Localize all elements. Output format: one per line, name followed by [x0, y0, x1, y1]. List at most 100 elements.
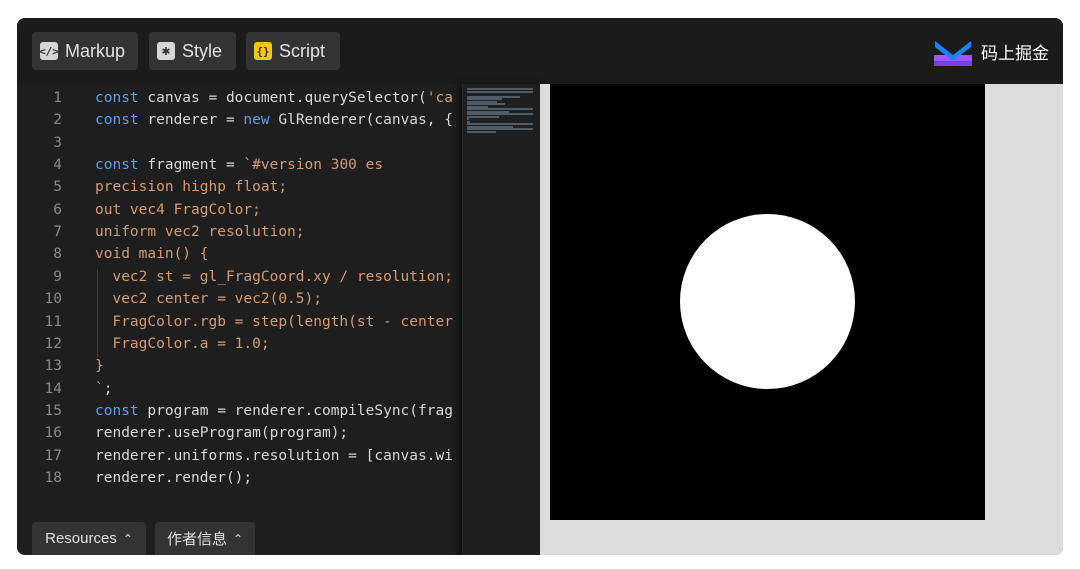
author-info-button[interactable]: 作者信息 ⌃: [155, 522, 255, 555]
code-token: ;: [103, 380, 113, 397]
preview-pane: [540, 84, 1063, 555]
code-token: program = renderer.compileSync(frag: [138, 402, 453, 419]
line-code: renderer.uniforms.resolution = [canvas.w…: [95, 445, 453, 467]
code-token: 'ca: [426, 90, 453, 106]
juejin-logo-icon: [934, 41, 972, 66]
line-code: uniform vec2 resolution;: [95, 221, 305, 243]
line-number: 9: [53, 268, 62, 285]
tab-markup-label: Markup: [65, 40, 126, 61]
line-code: const renderer = new GlRenderer(canvas, …: [95, 109, 453, 131]
code-token: uniform vec2 resolution;: [95, 224, 305, 241]
code-token: canvas = document.querySelector(: [138, 90, 427, 106]
code-line[interactable]: 3: [17, 132, 462, 154]
code-tag-icon: </>: [39, 42, 59, 60]
code-token: const: [95, 157, 139, 174]
code-editor[interactable]: 1 const canvas = document.querySelector('…: [17, 84, 462, 555]
code-token: vec2 st = gl_FragCoord.xy / resolution;: [95, 268, 453, 285]
line-number: 3: [53, 134, 62, 151]
line-code: void main() {: [95, 243, 209, 265]
line-number: 10: [44, 291, 62, 308]
line-number: 2: [53, 112, 62, 129]
tab-script-label: Script: [279, 40, 326, 61]
resources-button[interactable]: Resources ⌃: [32, 522, 146, 555]
line-code: precision highp float;: [95, 176, 287, 198]
line-code: const canvas = document.querySelector('c…: [95, 87, 453, 109]
code-token: fragment =: [138, 157, 244, 174]
chevron-up-icon: ⌃: [122, 531, 133, 546]
code-token: const: [95, 90, 139, 106]
line-code: vec2 center = vec2(0.5);: [95, 288, 322, 310]
brand-name: 码上掘金: [981, 43, 1049, 64]
code-line[interactable]: 1 const canvas = document.querySelector('…: [17, 87, 462, 109]
line-code: out vec4 FragColor;: [95, 199, 261, 221]
code-line[interactable]: 4 const fragment = `#version 300 es: [17, 154, 462, 176]
line-code: FragColor.rgb = step(length(st - center: [95, 311, 453, 333]
braces-icon: {}: [254, 42, 272, 60]
line-number: 4: [53, 157, 62, 174]
asterisk-icon: ✱: [157, 42, 175, 60]
code-minimap[interactable]: [462, 84, 541, 555]
code-token: new: [243, 112, 270, 129]
line-code: }: [95, 355, 104, 377]
code-line[interactable]: 10 vec2 center = vec2(0.5);: [17, 288, 462, 310]
minimap-line: [467, 130, 496, 133]
tab-markup[interactable]: </> Markup: [32, 32, 138, 70]
brand-logo[interactable]: 码上掘金: [933, 34, 1049, 68]
code-token: `#version 300 es: [243, 157, 384, 174]
author-info-label: 作者信息: [166, 530, 227, 548]
minimap-line: [467, 115, 499, 118]
line-code: renderer.render();: [95, 467, 252, 489]
code-line[interactable]: 13}: [17, 355, 462, 377]
code-line[interactable]: 6 out vec4 FragColor;: [17, 199, 462, 221]
line-number: 12: [44, 335, 62, 352]
code-line[interactable]: 12 FragColor.a = 1.0;: [17, 333, 462, 355]
code-line[interactable]: 18 renderer.render();: [17, 467, 462, 489]
code-line[interactable]: 9 vec2 st = gl_FragCoord.xy / resolution…: [17, 266, 462, 288]
tab-style[interactable]: ✱ Style: [149, 32, 236, 70]
code-token: FragColor.rgb = step(length(st - center: [95, 313, 453, 330]
code-token: }: [95, 358, 104, 375]
code-line[interactable]: 17 renderer.uniforms.resolution = [canvas…: [17, 445, 462, 467]
chevron-up-icon: ⌃: [232, 531, 244, 546]
line-number: 16: [44, 425, 62, 442]
line-number: 7: [53, 224, 62, 241]
line-number: 8: [53, 246, 62, 263]
code-token: renderer.uniforms.resolution = [canvas.w…: [95, 447, 453, 464]
code-token: const: [95, 402, 139, 419]
code-line[interactable]: 16 renderer.useProgram(program);: [17, 422, 462, 444]
line-code: const fragment = `#version 300 es: [95, 154, 383, 176]
line-code: `;: [95, 378, 112, 400]
code-line[interactable]: 11 FragColor.rgb = step(length(st - cent…: [17, 311, 462, 333]
render-canvas: [550, 84, 985, 520]
line-code: FragColor.a = 1.0;: [95, 333, 269, 355]
line-number: 5: [53, 179, 62, 196]
code-line[interactable]: 14 `;: [17, 378, 462, 400]
line-number: 15: [44, 402, 62, 419]
code-token: renderer.useProgram(program);: [95, 425, 349, 442]
line-code: vec2 st = gl_FragCoord.xy / resolution;: [95, 266, 453, 288]
code-line[interactable]: 7 uniform vec2 resolution;: [17, 221, 462, 243]
code-line[interactable]: 5 precision highp float;: [17, 176, 462, 198]
line-number: 17: [44, 447, 62, 464]
resources-label: Resources: [45, 530, 117, 547]
line-number: 18: [44, 469, 62, 486]
code-token: out vec4 FragColor;: [95, 201, 261, 218]
code-token: precision highp float;: [95, 179, 288, 196]
code-line[interactable]: 15 const program = renderer.compileSync(f…: [17, 400, 462, 422]
line-number: 14: [44, 380, 62, 397]
code-token: renderer =: [138, 112, 244, 129]
code-token: const: [95, 112, 139, 129]
code-line[interactable]: 2 const renderer = new GlRenderer(canvas,…: [17, 109, 462, 131]
line-code: const program = renderer.compileSync(fra…: [95, 400, 453, 422]
line-number: 6: [53, 201, 62, 218]
code-token: void main() {: [95, 246, 209, 263]
line-code: renderer.useProgram(program);: [95, 422, 348, 444]
code-token: vec2 center = vec2(0.5);: [95, 291, 322, 308]
line-number: 1: [53, 90, 62, 106]
tab-script[interactable]: {} Script: [246, 32, 340, 70]
rendered-circle: [680, 214, 855, 389]
code-line[interactable]: 8 void main() {: [17, 243, 462, 265]
code-token: GlRenderer(canvas, {: [269, 112, 453, 129]
tab-style-label: Style: [182, 40, 223, 61]
top-toolbar: </> Markup ✱ Style {} Script 码上掘金: [17, 18, 1063, 84]
